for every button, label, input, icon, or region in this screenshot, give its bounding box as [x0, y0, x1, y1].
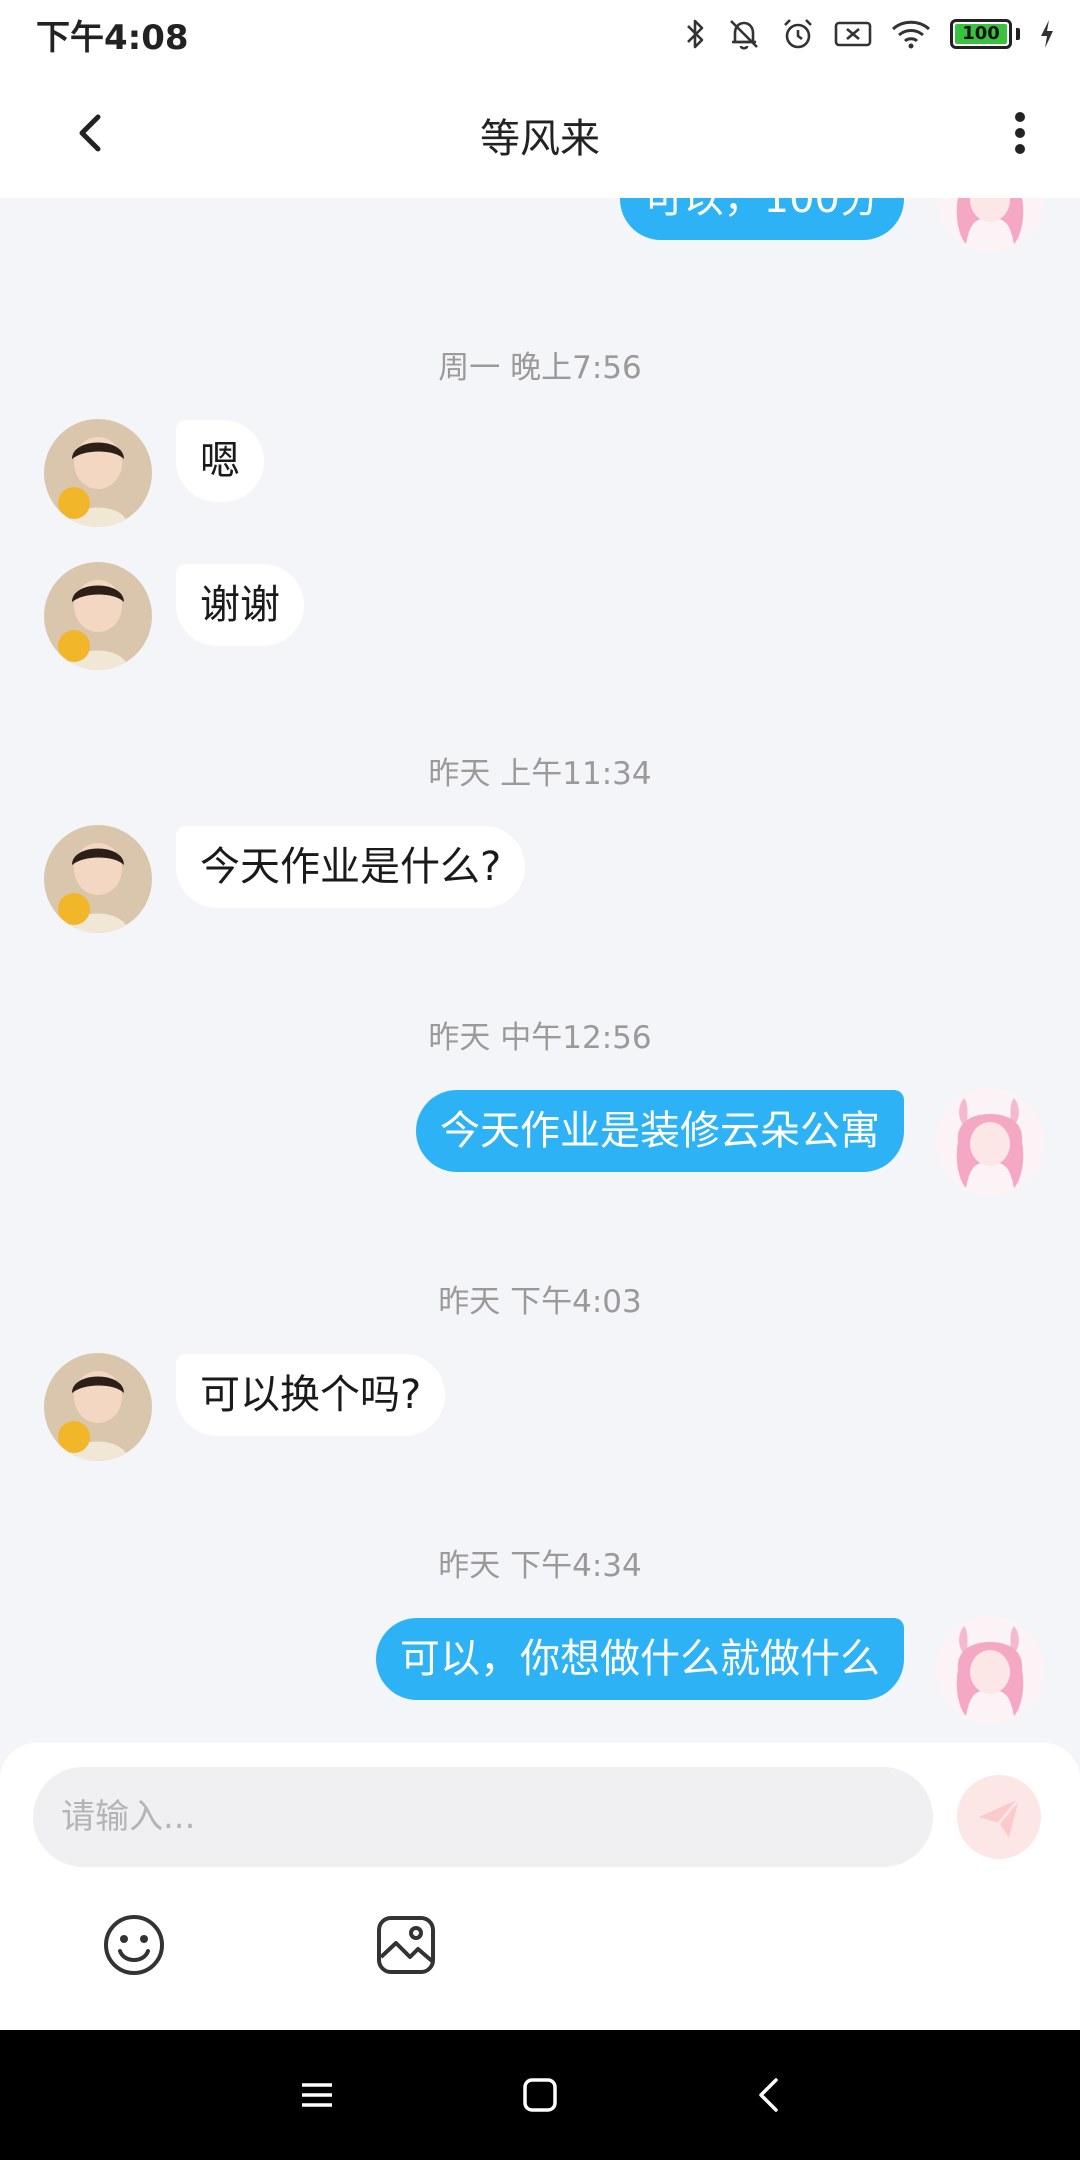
my-avatar[interactable] — [936, 198, 1044, 252]
bluetooth-icon — [687, 19, 704, 49]
child-avatar-icon — [44, 419, 152, 527]
image-button[interactable] — [374, 1913, 438, 1977]
send-icon — [979, 1798, 1021, 1837]
message-bubble-incoming[interactable]: 嗯 — [176, 420, 264, 502]
message-input[interactable] — [33, 1767, 933, 1867]
message-bubble-outgoing[interactable]: 可以，你想做什么就做什么 — [376, 1618, 904, 1700]
emoji-button[interactable] — [102, 1913, 166, 1977]
anime-avatar-icon — [936, 198, 1044, 252]
child-avatar-icon — [44, 825, 152, 933]
chat-title: 等风来 — [480, 116, 600, 162]
message-list[interactable]: 可以，100分 周一 晚上7:56 嗯 谢谢 昨天 上午11:34 今天作业是什… — [0, 198, 1080, 1743]
timestamp: 昨天 下午4:34 — [438, 1548, 642, 1584]
contact-avatar[interactable] — [44, 562, 152, 670]
chevron-left-icon — [759, 2078, 778, 2112]
alarm-icon — [784, 19, 812, 49]
more-vertical-icon — [1015, 112, 1025, 154]
sim-disabled-icon — [834, 21, 872, 47]
message-input-wrapper — [33, 1767, 933, 1867]
timestamp: 昨天 中午12:56 — [428, 1020, 652, 1056]
anime-avatar-icon — [936, 1088, 1044, 1196]
status-bar: 下午4:08 100 — [0, 0, 1080, 68]
chat-header: 等风来 — [0, 68, 1080, 198]
system-back-button[interactable] — [744, 2070, 794, 2120]
wifi-icon — [891, 20, 931, 49]
recents-button[interactable] — [292, 2070, 342, 2120]
message-bubble-outgoing[interactable]: 可以，100分 — [619, 198, 904, 240]
message-bubble-incoming[interactable]: 谢谢 — [176, 564, 304, 646]
image-icon — [377, 1916, 435, 1974]
timestamp: 周一 晚上7:56 — [438, 350, 642, 386]
contact-avatar[interactable] — [44, 825, 152, 933]
emoji-icon — [104, 1915, 164, 1975]
status-time: 下午4:08 — [36, 18, 189, 58]
home-square-icon — [523, 2078, 557, 2112]
my-avatar[interactable] — [936, 1616, 1044, 1724]
system-nav-bar — [0, 2030, 1080, 2160]
battery-tip — [1016, 28, 1020, 40]
anime-avatar-icon — [936, 1616, 1044, 1724]
battery-level: 100 — [962, 23, 1000, 44]
timestamp: 昨天 下午4:03 — [438, 1284, 642, 1320]
more-options-button[interactable] — [990, 103, 1050, 163]
home-button[interactable] — [515, 2070, 565, 2120]
mute-bell-icon — [730, 20, 758, 50]
contact-avatar[interactable] — [44, 1353, 152, 1461]
timestamp: 昨天 上午11:34 — [428, 756, 652, 792]
message-bubble-outgoing[interactable]: 今天作业是装修云朵公寓 — [416, 1090, 904, 1172]
message-bubble-incoming[interactable]: 今天作业是什么? — [176, 826, 526, 908]
child-avatar-icon — [44, 1353, 152, 1461]
contact-avatar[interactable] — [44, 419, 152, 527]
child-avatar-icon — [44, 562, 152, 670]
message-bubble-incoming[interactable]: 可以换个吗? — [176, 1354, 446, 1436]
composer — [0, 1743, 1080, 2030]
menu-icon — [302, 2083, 332, 2107]
battery-icon: 100 — [950, 19, 1012, 49]
send-button[interactable] — [957, 1775, 1041, 1859]
status-icons: 100 — [684, 14, 1056, 54]
charging-icon — [1041, 20, 1053, 48]
my-avatar[interactable] — [936, 1088, 1044, 1196]
